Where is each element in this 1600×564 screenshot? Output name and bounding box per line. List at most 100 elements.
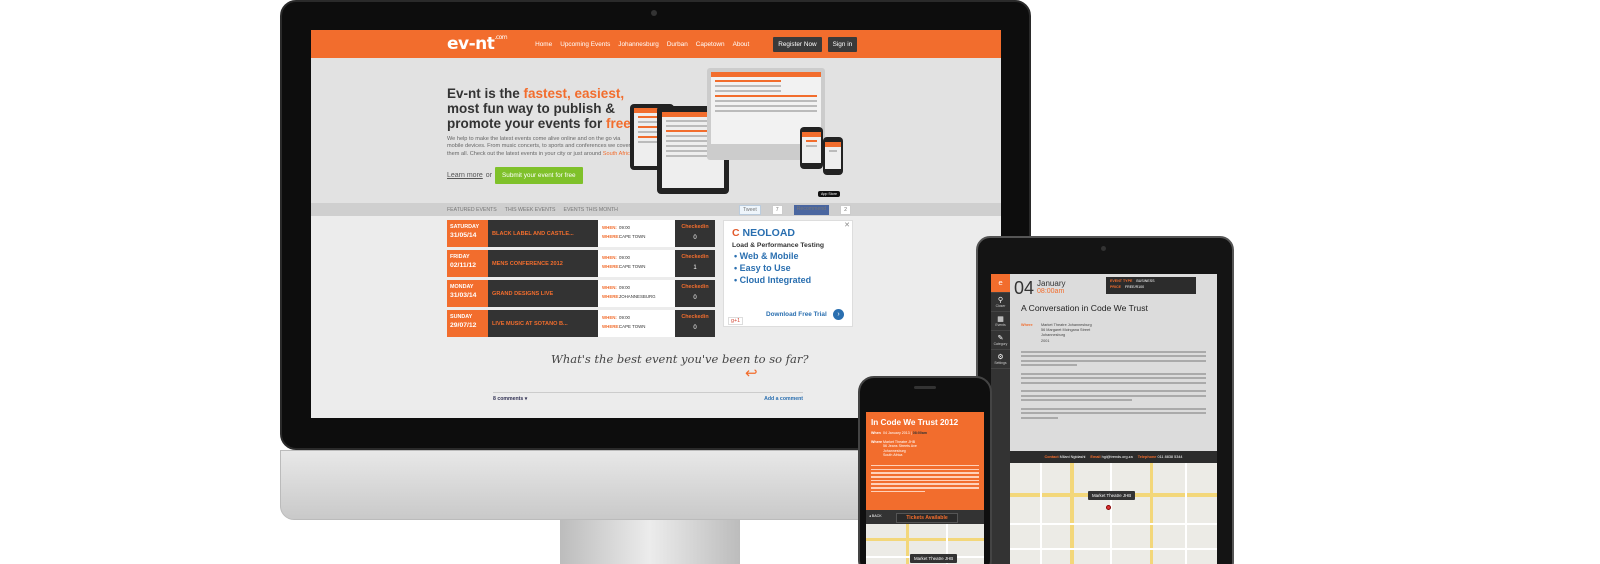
event-row[interactable]: MONDAY 31/03/14 GRAND DESIGNS LIVE WHEN: 0… [447, 280, 715, 307]
hero-phone-right-image [823, 137, 843, 175]
gear-icon: ⚙ [997, 353, 1004, 361]
event-time: 08:00am [1037, 288, 1065, 295]
imac-stand [560, 520, 740, 564]
event-title[interactable]: LIVE MUSIC AT SOTANO B... [488, 310, 598, 337]
tickets-available-button[interactable]: Tickets Available [896, 513, 958, 523]
or-text: or [485, 172, 493, 180]
ad-bullet: • Web & Mobile [734, 251, 799, 261]
phone-map-venue-label: Market Theatre JHB [910, 554, 958, 563]
checkedin-label: Checkedin [681, 254, 709, 260]
learn-more-link[interactable]: Learn more [447, 172, 483, 179]
tablet-event-header: 04 January 08:00am EVENT TYPE BUSINESS PRI… [1010, 274, 1217, 300]
phone-event-details: In Code We Trust 2012 When 04 January 201… [866, 412, 984, 510]
event-day-number: 04 [1014, 278, 1035, 298]
event-row[interactable]: SATURDAY 31/05/14 BLACK LABEL AND CASTLE.… [447, 220, 715, 247]
add-comment-link[interactable]: Add a comment [764, 396, 803, 402]
checkedin-count: 0 [693, 325, 697, 331]
ad-close-icon[interactable]: ✕ [844, 221, 850, 229]
event-when: 09:00 [619, 255, 630, 260]
checkedin-count: 1 [693, 265, 697, 271]
event-where: CAPE TOWN [619, 264, 646, 269]
nav-link-capetown[interactable]: Capetown [696, 41, 725, 48]
phone-map[interactable]: Market Theatre JHB [866, 524, 984, 564]
ad-bullet: • Cloud Integrated [734, 275, 812, 285]
hero-description: We help to make the latest events come a… [447, 136, 635, 157]
event-meta-box: EVENT TYPE BUSINESS PRICE FREE/R100 [1106, 277, 1196, 294]
app-store-badge[interactable]: App Store [818, 191, 840, 197]
location-pin-icon: ⚲ [997, 296, 1004, 304]
contact-email-link[interactable]: hgi@trends.org.za [1102, 455, 1133, 459]
event-date: 29/07/12 [450, 322, 477, 329]
hero-phone-image [800, 127, 823, 169]
tab-events-this-month[interactable]: EVENTS THIS MONTH [564, 207, 618, 213]
logo-e-icon: e [998, 279, 1003, 287]
event-title[interactable]: BLACK LABEL AND CASTLE... [488, 220, 598, 247]
event-where: CAPE TOWN [619, 234, 646, 239]
ad-bullet: • Easy to Use [734, 263, 791, 273]
site-header: ev-nt.com Home Upcoming Events Johannesb… [311, 30, 1001, 58]
recommend-count: 2 [840, 205, 851, 215]
comments-count-dropdown[interactable]: 8 comments ▾ [493, 396, 527, 402]
checkedin-count: 0 [693, 295, 697, 301]
ad-subtitle: Load & Performance Testing [732, 242, 825, 249]
south-africa-link[interactable]: South Africa [603, 151, 633, 157]
sidebar-item-settings[interactable]: ⚙ Settings [991, 350, 1010, 369]
tablet-event-description [1010, 344, 1217, 419]
event-month: January [1037, 279, 1066, 288]
event-title[interactable]: GRAND DESIGNS LIVE [488, 280, 598, 307]
iphone-speaker [914, 386, 936, 389]
submit-event-button[interactable]: Submit your event for free [495, 167, 583, 185]
tablet-map[interactable]: Market Theatre JHB [1010, 463, 1217, 564]
register-now-button[interactable]: Register Now [773, 36, 822, 52]
event-date: 02/11/12 [450, 262, 477, 269]
comment-prompt: What's the best event you've been to so … [551, 352, 809, 366]
event-day: SUNDAY [450, 314, 473, 320]
sidebar-item-category[interactable]: ✎ Category [991, 331, 1010, 350]
checkedin-label: Checkedin [681, 224, 709, 230]
events-list: SATURDAY 31/05/14 BLACK LABEL AND CASTLE.… [447, 220, 715, 340]
ad-brand: C NEOLOAD [732, 227, 796, 239]
nav-link-upcoming-events[interactable]: Upcoming Events [560, 41, 610, 48]
nav-link-johannesburg[interactable]: Johannesburg [618, 41, 659, 48]
event-where: JOHANNESBURG [619, 294, 656, 299]
tablet-event-screen: e ⚲ Closer ▦ Events ✎ Category ⚙ Settings 04… [991, 274, 1217, 564]
tablet-contact-bar: Contact Milani Ngidashi Email hgi@trends… [1010, 451, 1217, 463]
sidebar-item-events[interactable]: ▦ Events [991, 312, 1010, 331]
sidebar-item-closer[interactable]: ⚲ Closer [991, 293, 1010, 312]
tab-this-week-events[interactable]: THIS WEEK EVENTS [505, 207, 556, 213]
back-button[interactable]: ◂ BACK [869, 514, 882, 518]
nav-link-home[interactable]: Home [535, 41, 552, 48]
phone-event-description [871, 464, 979, 493]
nav-link-durban[interactable]: Durban [667, 41, 688, 48]
event-date: 31/03/14 [450, 292, 477, 299]
tablet-sidebar: e ⚲ Closer ▦ Events ✎ Category ⚙ Settings [991, 274, 1010, 564]
ipad-camera [1101, 246, 1106, 251]
ad-go-icon[interactable]: › [833, 309, 844, 320]
curved-arrow-icon: ↩ [745, 365, 758, 382]
checkedin-count: 0 [693, 235, 697, 241]
tweet-count: 7 [771, 205, 783, 215]
neoload-ad[interactable]: ✕ C NEOLOAD Load & Performance Testing •… [723, 220, 853, 327]
sidebar-logo[interactable]: e [991, 274, 1010, 293]
ad-download-link[interactable]: Download Free Trial [766, 311, 827, 318]
tab-featured-events[interactable]: FEATURED EVENTS [447, 207, 497, 213]
event-day: MONDAY [450, 284, 474, 290]
calendar-icon: ▦ [997, 315, 1004, 323]
facebook-recommend-button[interactable]: Recommend [793, 205, 830, 215]
event-where: CAPE TOWN [619, 324, 646, 329]
google-plus-button[interactable]: g+1 [728, 317, 744, 325]
comments-bar: 8 comments ▾ Add a comment [493, 392, 803, 402]
event-row[interactable]: SUNDAY 29/07/12 LIVE MUSIC AT SOTANO B...… [447, 310, 715, 337]
tweet-button[interactable]: Tweet [738, 205, 761, 215]
event-row[interactable]: FRIDAY 02/11/12 MENS CONFERENCE 2012 WHEN… [447, 250, 715, 277]
event-title[interactable]: MENS CONFERENCE 2012 [488, 250, 598, 277]
hero-section: Ev-nt is the fastest, easiest, most fun … [311, 58, 1001, 203]
social-buttons: Tweet 7 Recommend 2 [738, 205, 859, 215]
main-nav: Home Upcoming Events Johannesburg Durban… [535, 41, 749, 48]
checkedin-label: Checkedin [681, 314, 709, 320]
events-tabs: FEATURED EVENTS THIS WEEK EVENTS EVENTS … [311, 203, 1001, 216]
site-logo[interactable]: ev-nt.com [447, 34, 508, 54]
sign-in-button[interactable]: Sign in [827, 36, 858, 52]
map-pin-icon[interactable] [1106, 505, 1111, 510]
nav-link-about[interactable]: About [733, 41, 750, 48]
